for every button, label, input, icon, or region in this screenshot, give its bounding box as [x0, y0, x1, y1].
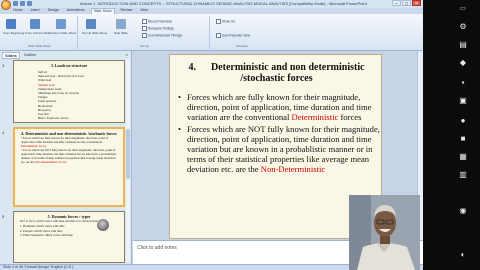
pointer-icon — [97, 219, 109, 231]
show-on-select[interactable]: Show On: — [216, 19, 236, 24]
monitor-icon[interactable]: ▤ — [458, 40, 468, 50]
thumbnail-bullet: Forces which are NOT fully known for the… — [21, 148, 117, 164]
app-icon[interactable]: ● — [458, 116, 468, 126]
presenter-image — [349, 195, 420, 270]
thumbnail-text-red: Deterministic forces — [21, 143, 47, 148]
office-button[interactable] — [1, 0, 11, 10]
screen: lecture 1 -INTRODUCTION AND CONCEPTS -- … — [0, 0, 480, 270]
thumbnail-bullet: Forces which are fully known for their m… — [21, 136, 117, 148]
app-icon[interactable]: ▪ — [458, 78, 468, 88]
pane-tabs: Slides Outline — [2, 52, 38, 59]
hide-slide-icon[interactable] — [116, 19, 126, 29]
set-up-slide-show-icon[interactable] — [86, 19, 96, 29]
start-slide-show-group: From Beginning From Current Slide Custom… — [2, 16, 78, 49]
set-up-slide-show-label[interactable]: Set Up Slide Show — [82, 31, 107, 35]
slide-thumbnail-4[interactable]: 4. Deterministic and non deterministic /… — [13, 127, 125, 207]
from-beginning-icon[interactable] — [6, 19, 16, 29]
quick-access-toolbar — [13, 1, 39, 7]
slide-title-line: /stochastic forces — [240, 73, 313, 84]
close-pane-icon[interactable]: × — [126, 52, 128, 57]
use-rehearsed-timings-checkbox[interactable]: Use Rehearsed Timings — [142, 33, 182, 38]
scrollbar-thumb[interactable] — [126, 129, 130, 179]
save-icon[interactable] — [13, 1, 18, 6]
bullet-item: Forces which are fully known for their m… — [178, 92, 381, 123]
rehearse-timings-option[interactable]: Rehearse Timings — [142, 26, 174, 31]
slide-number: 3 — [2, 63, 5, 68]
set-up-group: Set Up Slide Show Hide Slide Record Narr… — [80, 16, 210, 49]
maximize-button[interactable]: □ — [402, 0, 411, 7]
undo-icon[interactable] — [20, 1, 25, 6]
pane-scrollbar[interactable] — [126, 59, 130, 262]
group-caption: Monitors — [236, 44, 248, 48]
app-icon[interactable]: ▦ — [458, 152, 468, 162]
from-current-slide-icon[interactable] — [30, 19, 40, 29]
title-bar: lecture 1 -INTRODUCTION AND CONCEPTS -- … — [0, 0, 423, 10]
record-narration-option[interactable]: Record Narration — [142, 19, 172, 24]
hide-slide-label[interactable]: Hide Slide — [114, 31, 128, 35]
minimize-button[interactable]: – — [392, 0, 401, 7]
thumbnail-line: 3. Pulse/ Impulsive which varies with ti… — [20, 233, 73, 238]
slide-thumbnail-3[interactable]: 3. Loads on structure Self wt Imposed lo… — [13, 60, 125, 123]
slide-title-line: 4. Deterministic and non deterministic — [188, 62, 365, 73]
app-icon[interactable]: ▣ — [458, 96, 468, 106]
group-caption: Set Up — [139, 44, 150, 48]
app-icon[interactable]: ◐ — [458, 250, 468, 260]
app-icon[interactable]: ▥ — [458, 170, 468, 180]
redo-icon[interactable] — [27, 1, 32, 6]
list-item: Blast / Explosive forces — [38, 116, 69, 121]
from-current-slide-label[interactable]: From Current Slide — [25, 31, 50, 35]
bullet-text: forces — [338, 112, 362, 123]
slide-number: 4 — [2, 130, 5, 135]
custom-slide-show-icon[interactable] — [56, 19, 66, 29]
thumbnail-list: Self wt Imposed load - Dead load, live l… — [38, 70, 124, 120]
tab-slides[interactable]: Slides — [2, 52, 20, 59]
slide-number: 5 — [2, 214, 5, 219]
thumbnail-text-red: Non-Deterministic forces — [35, 159, 67, 164]
slides-pane: Slides Outline × 3 3. Loads on structure… — [0, 51, 132, 264]
bullet-text-red: Non-Deterministic — [260, 164, 326, 175]
slide-thumbnail-5[interactable]: 5. Dynamic forces : types Def. A force w… — [13, 211, 125, 263]
slide-title[interactable]: 4. Deterministic and non deterministic /… — [170, 62, 381, 84]
ribbon: From Beginning From Current Slide Custom… — [0, 14, 423, 51]
bullet-text-red: Deterministic — [291, 112, 339, 123]
thumbnail-title: 3. Loads on structure — [50, 63, 88, 68]
window-title: lecture 1 -INTRODUCTION AND CONCEPTS -- … — [80, 1, 367, 6]
settings-icon[interactable]: ⚙ — [458, 22, 468, 32]
app-icon[interactable]: ◆ — [458, 58, 468, 68]
notes-placeholder[interactable]: Click to add notes — [137, 245, 177, 251]
slide-body[interactable]: Forces which are fully known for their m… — [178, 92, 381, 176]
monitors-group: Show On: Use Presenter View Monitors — [212, 16, 272, 49]
app-icon[interactable]: ■ — [458, 134, 468, 144]
window-controls: – □ ✕ — [392, 0, 421, 7]
window-icon[interactable]: ▭ — [458, 4, 468, 14]
tab-outline[interactable]: Outline — [22, 52, 39, 59]
app-icon[interactable]: ◉ — [458, 206, 468, 216]
bullet-item: Forces which are NOT fully known for the… — [178, 124, 381, 175]
status-text: Slide 4 of 46 "Default Design" English (… — [3, 265, 74, 269]
taskbar: ▭ ⚙ ▤ ◆ ▪ ▣ ● ■ ▦ ▥ ◉ ◐ — [423, 0, 480, 270]
close-button[interactable]: ✕ — [412, 0, 421, 7]
custom-slide-show-label[interactable]: Custom Slide Show — [50, 31, 76, 35]
group-caption: Start Slide Show — [28, 44, 51, 48]
presenter-webcam — [349, 195, 420, 270]
use-presenter-view-checkbox[interactable]: Use Presenter View — [216, 33, 250, 38]
from-beginning-label[interactable]: From Beginning — [3, 31, 24, 35]
